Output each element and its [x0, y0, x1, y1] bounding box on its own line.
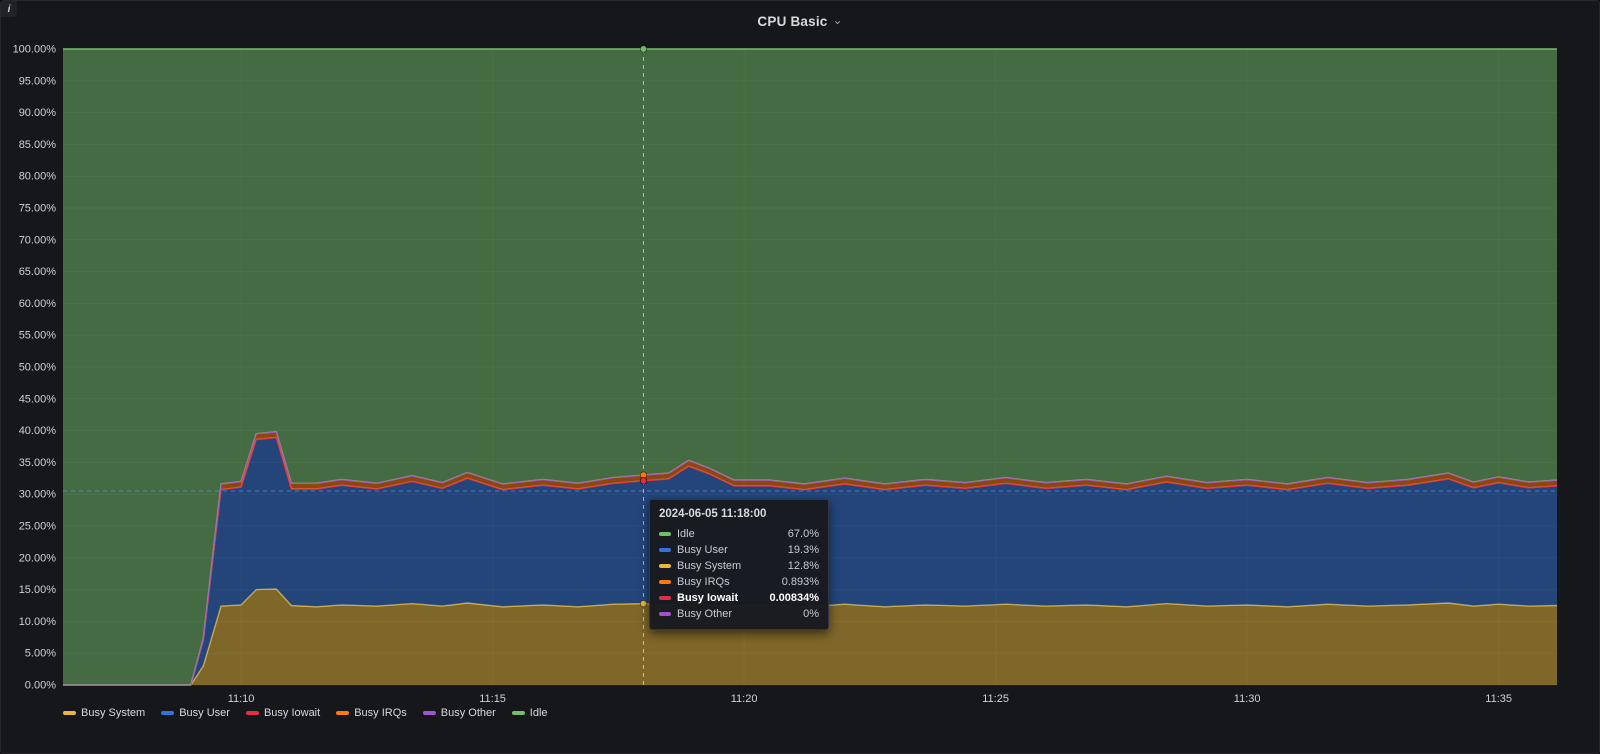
y-axis-tick-label: 50.00% — [19, 362, 57, 374]
series-color-swatch — [659, 612, 671, 616]
series-color-swatch — [659, 564, 671, 568]
legend-swatch — [161, 711, 175, 715]
tooltip-series-value: 0.893% — [781, 576, 819, 588]
tooltip-row-busy-user: Busy User 19.3% — [659, 542, 819, 558]
y-axis-tick-label: 100.00% — [13, 44, 57, 56]
tooltip-series-name: Busy System — [677, 560, 742, 572]
legend-swatch — [511, 711, 525, 715]
legend-item-busy-other[interactable]: Busy Other — [422, 707, 496, 719]
tooltip-row-busy-irqs: Busy IRQs 0.893% — [659, 574, 819, 590]
legend-swatch — [422, 711, 436, 715]
legend-swatch — [336, 711, 350, 715]
series-color-swatch — [659, 532, 671, 536]
tooltip-series-name: Idle — [677, 528, 695, 540]
y-axis-tick-label: 20.00% — [19, 552, 57, 564]
legend-label: Idle — [529, 707, 548, 719]
tooltip-series-name: Busy Other — [677, 608, 733, 620]
tooltip-row-busy-system: Busy System 12.8% — [659, 558, 819, 574]
series-color-swatch — [659, 548, 671, 552]
y-axis-tick-label: 15.00% — [19, 584, 57, 596]
y-axis-tick-label: 95.00% — [19, 75, 57, 87]
tooltip-row-busy-iowait: Busy Iowait 0.00834% — [659, 590, 819, 606]
tooltip-timestamp: 2024-06-05 11:18:00 — [659, 508, 767, 520]
tooltip-series-name: Busy Iowait — [677, 592, 739, 604]
legend-item-busy-irqs[interactable]: Busy IRQs — [336, 707, 407, 719]
y-axis-tick-label: 60.00% — [19, 298, 57, 310]
legend-label: Busy User — [179, 707, 230, 719]
legend-item-busy-user[interactable]: Busy User — [161, 707, 230, 719]
y-axis-tick-label: 35.00% — [19, 457, 57, 469]
legend-label: Busy IRQs — [354, 707, 407, 719]
y-axis-tick-label: 25.00% — [19, 521, 57, 533]
y-axis-tick-label: 90.00% — [19, 107, 57, 119]
x-axis-tick-label: 11:35 — [1485, 693, 1512, 705]
y-axis-tick-label: 70.00% — [19, 234, 57, 246]
tooltip-series-value: 67.0% — [787, 528, 819, 540]
y-axis-tick-label: 30.00% — [19, 489, 57, 501]
panel-title[interactable]: CPU Basic — [757, 14, 827, 29]
legend-label: Busy System — [81, 707, 146, 719]
legend-swatch — [63, 711, 76, 715]
series-color-swatch — [659, 596, 671, 600]
tooltip-series-value: 0.00834% — [769, 592, 819, 604]
x-axis-tick-label: 11:25 — [982, 693, 1009, 705]
chart-tooltip: 2024-06-05 11:18:00 Idle 67.0% Busy User 19… — [649, 499, 829, 630]
legend-label: Busy Other — [440, 707, 496, 719]
series-color-swatch — [659, 580, 671, 584]
cpu-usage-chart[interactable]: 0.00% 5.00% 10.00% 15.00% 20.00% 25.00% 30.00%… — [1, 1, 1600, 754]
legend-label: Busy Iowait — [263, 707, 321, 719]
y-axis-tick-label: 80.00% — [19, 171, 57, 183]
y-axis-tick-label: 0.00% — [25, 680, 56, 692]
y-axis-tick-label: 10.00% — [19, 616, 57, 628]
crosshair-point — [639, 45, 648, 53]
legend-swatch — [245, 711, 259, 715]
tooltip-series-value: 12.8% — [787, 560, 819, 572]
tooltip-row-idle: Idle 67.0% — [659, 526, 819, 542]
panel-menu-chevron-icon[interactable]: ⌄ — [833, 13, 843, 27]
crosshair-point — [639, 477, 648, 485]
panel-header[interactable]: CPU Basic ⌄ — [1, 1, 1599, 41]
chart-legend: Busy System Busy User Busy Iowait Busy IRQs… — [63, 707, 548, 719]
tooltip-series-value: 0% — [803, 608, 819, 620]
tooltip-series-value: 19.3% — [787, 544, 819, 556]
crosshair-point — [639, 599, 648, 608]
legend-item-busy-iowait[interactable]: Busy Iowait — [245, 707, 321, 719]
legend-item-busy-system[interactable]: Busy System — [63, 707, 145, 719]
tooltip-series-name: Busy User — [677, 544, 728, 556]
x-axis-tick-label: 11:30 — [1234, 693, 1261, 705]
panel-info-icon[interactable]: i — [1, 1, 17, 17]
x-axis-tick-label: 11:10 — [228, 693, 255, 705]
x-axis-tick-label: 11:20 — [731, 693, 758, 705]
y-axis-tick-label: 55.00% — [19, 330, 57, 342]
y-axis-tick-label: 65.00% — [19, 266, 57, 278]
y-axis-tick-label: 40.00% — [19, 425, 57, 437]
tooltip-series-name: Busy IRQs — [677, 576, 730, 588]
cpu-basic-panel: i CPU Basic ⌄ 0.00% 5.00% 10.00% 15.00% 20.0… — [0, 0, 1600, 754]
x-axis-tick-label: 11:15 — [479, 693, 506, 705]
legend-item-idle[interactable]: Idle — [511, 707, 548, 719]
y-axis-tick-label: 75.00% — [19, 203, 57, 215]
y-axis-tick-label: 5.00% — [25, 648, 56, 660]
y-axis-tick-label: 45.00% — [19, 393, 57, 405]
tooltip-row-busy-other: Busy Other 0% — [659, 606, 819, 622]
y-axis-tick-label: 85.00% — [19, 139, 57, 151]
